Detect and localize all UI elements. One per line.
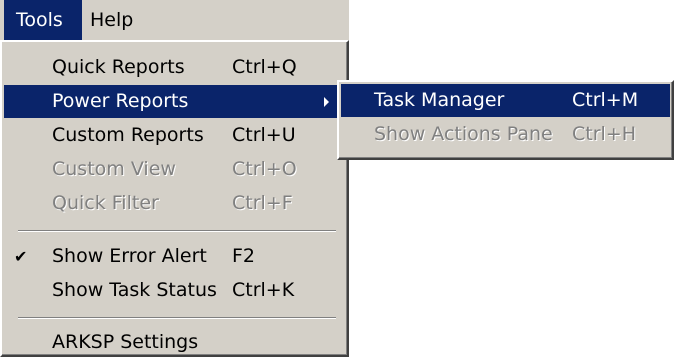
- menu-item-label: Show Task Status: [52, 279, 217, 301]
- menubar-tools-label: Tools: [16, 9, 63, 31]
- menu-item-shortcut: Ctrl+Q: [232, 56, 297, 78]
- menu-item-shortcut: Ctrl+U: [232, 124, 296, 146]
- menu-item-show-task-status[interactable]: Show Task Status Ctrl+K: [4, 274, 345, 307]
- menu-item-label: Show Error Alert: [52, 245, 207, 267]
- menu-item-shortcut: F2: [232, 245, 256, 267]
- menu-item-shortcut: Ctrl+F: [232, 192, 293, 214]
- checkmark-icon: ✔: [14, 247, 28, 266]
- menu-item-label: Quick Reports: [52, 56, 185, 78]
- menu-separator: [18, 317, 336, 319]
- menu-item-quick-reports[interactable]: Quick Reports Ctrl+Q: [4, 51, 345, 84]
- menu-bar: Tools Help: [0, 0, 349, 40]
- menu-item-label: Custom View: [52, 158, 176, 180]
- menubar-help[interactable]: Help: [82, 0, 140, 40]
- menu-item-label: Quick Filter: [52, 192, 159, 214]
- menu-item-quick-filter: Quick Filter Ctrl+F: [4, 187, 345, 220]
- menu-item-label: Task Manager: [374, 89, 505, 111]
- menu-item-custom-view: Custom View Ctrl+O: [4, 153, 345, 186]
- menu-item-power-reports[interactable]: Power Reports: [4, 85, 345, 118]
- menu-item-arksp-settings[interactable]: ARKSP Settings: [4, 327, 345, 357]
- menubar-help-label: Help: [90, 9, 134, 31]
- menu-item-shortcut: Ctrl+H: [572, 123, 637, 145]
- submenu-arrow-icon: [324, 97, 329, 107]
- menu-item-label: Power Reports: [52, 90, 189, 112]
- menu-item-shortcut: Ctrl+O: [232, 158, 297, 180]
- menubar-tools[interactable]: Tools: [4, 0, 82, 40]
- submenu-item-task-manager[interactable]: Task Manager Ctrl+M: [341, 84, 670, 117]
- menu-item-custom-reports[interactable]: Custom Reports Ctrl+U: [4, 119, 345, 152]
- menu-item-show-error-alert[interactable]: ✔ Show Error Alert F2: [4, 240, 345, 273]
- menu-item-shortcut: Ctrl+M: [572, 89, 639, 111]
- tools-menu: Quick Reports Ctrl+Q Power Reports Custo…: [0, 40, 349, 357]
- power-reports-submenu: Task Manager Ctrl+M Show Actions Pane Ct…: [337, 80, 674, 160]
- submenu-item-show-actions-pane: Show Actions Pane Ctrl+H: [341, 118, 670, 151]
- menu-item-shortcut: Ctrl+K: [232, 279, 295, 301]
- menu-separator: [18, 230, 336, 232]
- menu-item-label: Custom Reports: [52, 124, 204, 146]
- menu-item-label: Show Actions Pane: [374, 123, 553, 145]
- menu-item-label: ARKSP Settings: [52, 331, 199, 353]
